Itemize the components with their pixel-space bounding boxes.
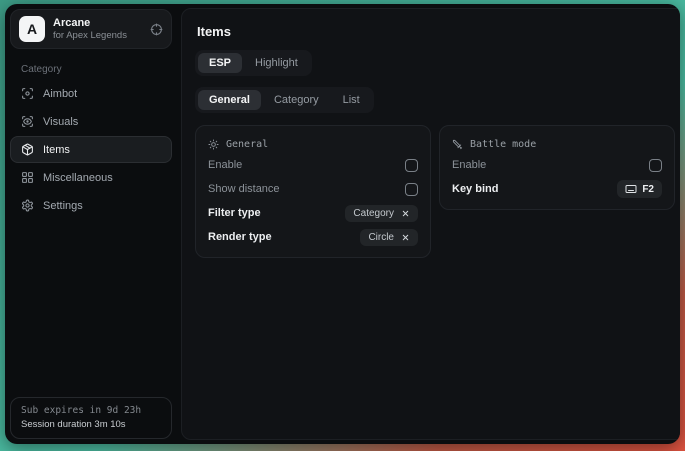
battle-mode-panel: Battle mode Enable Key bind F2 <box>439 125 675 210</box>
setting-row: Filter type Category <box>208 201 418 225</box>
clear-icon[interactable] <box>401 209 410 218</box>
render-type-label: Render type <box>208 231 272 243</box>
sidebar-item-label: Miscellaneous <box>43 172 113 184</box>
sidebar-item-label: Visuals <box>43 116 78 128</box>
setting-row: Render type Circle <box>208 225 418 249</box>
clear-icon[interactable] <box>401 233 410 242</box>
tab-general[interactable]: General <box>198 90 261 110</box>
filter-type-select[interactable]: Category <box>345 205 418 222</box>
main-panel: Items ESP Highlight General Category Lis… <box>181 8 680 440</box>
general-panel: General Enable Show distance Filter type… <box>195 125 431 258</box>
brand-text: Arcane for Apex Legends <box>53 17 127 41</box>
app-logo: A <box>19 16 45 42</box>
sub-expires-text: Sub expires in 9d 23h <box>21 405 161 416</box>
sidebar-item-miscellaneous[interactable]: Miscellaneous <box>10 164 172 191</box>
sidebar-item-label: Aimbot <box>43 88 77 100</box>
sidebar-item-visuals[interactable]: Visuals <box>10 108 172 135</box>
subscription-info-card: Sub expires in 9d 23h Session duration 3… <box>10 397 172 439</box>
render-type-select[interactable]: Circle <box>360 229 418 246</box>
render-type-value: Circle <box>368 232 394 243</box>
key-bind-value: F2 <box>642 184 654 195</box>
show-distance-label: Show distance <box>208 183 280 195</box>
battle-mode-panel-title: Battle mode <box>470 139 536 150</box>
tab-highlight[interactable]: Highlight <box>244 53 309 73</box>
page-title: Items <box>197 24 675 39</box>
sidebar-item-label: Settings <box>43 200 83 212</box>
show-distance-checkbox[interactable] <box>405 183 418 196</box>
layout-grid-icon <box>21 171 34 184</box>
package-icon <box>21 143 34 156</box>
tab-list[interactable]: List <box>332 90 371 110</box>
setting-row: Show distance <box>208 177 418 201</box>
view-tab-group: General Category List <box>195 87 374 113</box>
sidebar-item-label: Items <box>43 144 70 156</box>
app-window: A Arcane for Apex Legends Category Aimbo… <box>5 4 680 444</box>
session-duration-text: Session duration 3m 10s <box>21 419 161 430</box>
app-name: Arcane <box>53 17 127 29</box>
general-panel-header: General <box>208 135 418 153</box>
gear-icon <box>21 199 34 212</box>
keyboard-icon <box>625 183 637 195</box>
setting-row: Enable <box>208 153 418 177</box>
settings-panels: General Enable Show distance Filter type… <box>195 125 675 258</box>
sidebar-nav: Aimbot Visuals Items <box>10 80 172 219</box>
key-bind-label: Key bind <box>452 183 498 195</box>
category-label: Category <box>21 64 172 75</box>
sword-icon <box>452 139 463 150</box>
mode-tab-group: ESP Highlight <box>195 50 312 76</box>
sidebar-item-settings[interactable]: Settings <box>10 192 172 219</box>
sidebar: A Arcane for Apex Legends Category Aimbo… <box>5 4 177 444</box>
setting-row: Key bind F2 <box>452 177 662 201</box>
focus-icon <box>21 87 34 100</box>
enable-label: Enable <box>208 159 242 171</box>
brand-card[interactable]: A Arcane for Apex Legends <box>10 9 172 49</box>
tab-category[interactable]: Category <box>263 90 330 110</box>
filter-type-label: Filter type <box>208 207 261 219</box>
desktop-background: A Arcane for Apex Legends Category Aimbo… <box>0 0 685 451</box>
enable-checkbox[interactable] <box>405 159 418 172</box>
sun-icon <box>208 139 219 150</box>
filter-type-value: Category <box>353 208 394 219</box>
sidebar-item-items[interactable]: Items <box>10 136 172 163</box>
setting-row: Enable <box>452 153 662 177</box>
sidebar-item-aimbot[interactable]: Aimbot <box>10 80 172 107</box>
scan-eye-icon <box>21 115 34 128</box>
crosshair-icon[interactable] <box>150 23 163 36</box>
tab-esp[interactable]: ESP <box>198 53 242 73</box>
battle-mode-panel-header: Battle mode <box>452 135 662 153</box>
app-subtitle: for Apex Legends <box>53 30 127 41</box>
general-panel-title: General <box>226 139 268 150</box>
battle-enable-checkbox[interactable] <box>649 159 662 172</box>
key-bind-button[interactable]: F2 <box>617 180 662 198</box>
battle-enable-label: Enable <box>452 159 486 171</box>
